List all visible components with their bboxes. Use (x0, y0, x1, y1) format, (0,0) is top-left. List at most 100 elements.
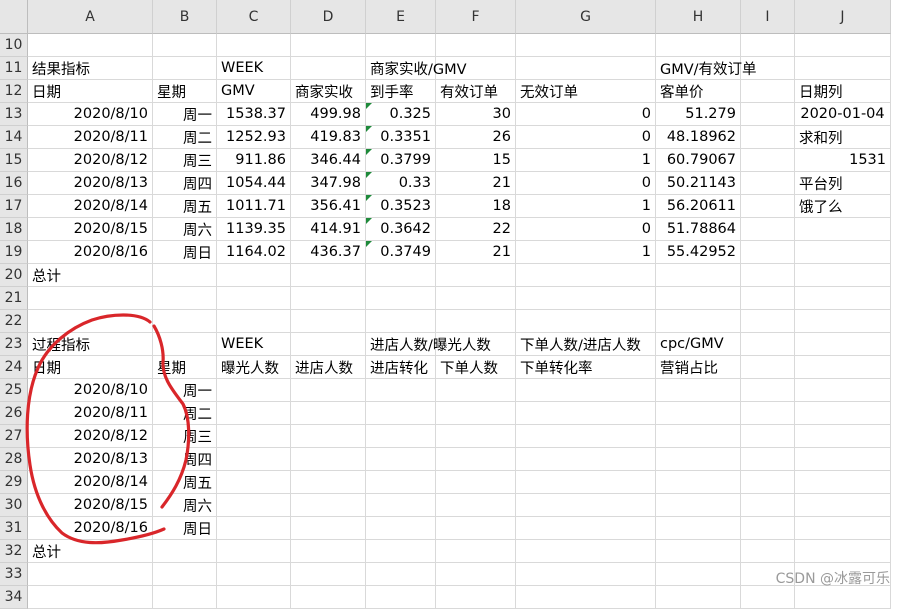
cell-i14[interactable] (741, 126, 795, 149)
cell-j12[interactable]: 日期列 (795, 80, 891, 103)
cell-e31[interactable] (366, 517, 436, 540)
cell-a15[interactable]: 2020/8/12 (28, 149, 153, 172)
spreadsheet-grid[interactable]: ABCDEFGHIJ 10 11 12 13 14 15 16 17 18 19 20 21 22 23 2… (0, 0, 906, 609)
cell-a21[interactable] (28, 287, 153, 310)
row-header-15[interactable]: 15 (0, 149, 28, 172)
cell-b34[interactable] (153, 586, 217, 609)
cell-a27[interactable]: 2020/8/12 (28, 425, 153, 448)
cell-g17[interactable]: 1 (516, 195, 656, 218)
cell-f17[interactable]: 18 (436, 195, 516, 218)
cell-h25[interactable] (656, 379, 741, 402)
cell-g24[interactable]: 下单转化率 (516, 356, 656, 379)
cell-b27[interactable]: 周三 (153, 425, 217, 448)
cell-j10[interactable] (795, 34, 891, 57)
cell-a31[interactable]: 2020/8/16 (28, 517, 153, 540)
cell-f19[interactable]: 21 (436, 241, 516, 264)
cell-c31[interactable] (217, 517, 291, 540)
cell-i11[interactable] (741, 57, 795, 80)
row-header-31[interactable]: 31 (0, 517, 28, 540)
cell-a14[interactable]: 2020/8/11 (28, 126, 153, 149)
cell-e10[interactable] (366, 34, 436, 57)
cell-a13[interactable]: 2020/8/10 (28, 103, 153, 126)
cell-b25[interactable]: 周一 (153, 379, 217, 402)
cell-f25[interactable] (436, 379, 516, 402)
cell-j27[interactable] (795, 425, 891, 448)
cell-h14[interactable]: 48.18962 (656, 126, 741, 149)
cell-a33[interactable] (28, 563, 153, 586)
cell-f10[interactable] (436, 34, 516, 57)
cell-h26[interactable] (656, 402, 741, 425)
cell-b10[interactable] (153, 34, 217, 57)
cell-i34[interactable] (741, 586, 795, 609)
cell-e21[interactable] (366, 287, 436, 310)
cell-c27[interactable] (217, 425, 291, 448)
cell-h32[interactable] (656, 540, 741, 563)
cell-h21[interactable] (656, 287, 741, 310)
cell-h33[interactable] (656, 563, 741, 586)
cell-j21[interactable] (795, 287, 891, 310)
cell-f24[interactable]: 下单人数 (436, 356, 516, 379)
cell-f27[interactable] (436, 425, 516, 448)
row-header-11[interactable]: 11 (0, 57, 28, 80)
cell-c10[interactable] (217, 34, 291, 57)
cell-e28[interactable] (366, 448, 436, 471)
cell-b28[interactable]: 周四 (153, 448, 217, 471)
cell-b26[interactable]: 周二 (153, 402, 217, 425)
cell-g31[interactable] (516, 517, 656, 540)
cell-g22[interactable] (516, 310, 656, 333)
cell-d31[interactable] (291, 517, 366, 540)
cell-h28[interactable] (656, 448, 741, 471)
cell-i27[interactable] (741, 425, 795, 448)
cell-i22[interactable] (741, 310, 795, 333)
cell-c30[interactable] (217, 494, 291, 517)
cell-c24[interactable]: 曝光人数 (217, 356, 291, 379)
cell-e22[interactable] (366, 310, 436, 333)
cell-a10[interactable] (28, 34, 153, 57)
row-header-16[interactable]: 16 (0, 172, 28, 195)
cell-j24[interactable] (795, 356, 891, 379)
cell-e15[interactable]: 0.3799 (366, 149, 436, 172)
cell-j25[interactable] (795, 379, 891, 402)
cell-e20[interactable] (366, 264, 436, 287)
cell-c20[interactable] (217, 264, 291, 287)
cell-h18[interactable]: 51.78864 (656, 218, 741, 241)
cell-e33[interactable] (366, 563, 436, 586)
cell-b15[interactable]: 周三 (153, 149, 217, 172)
cell-j23[interactable] (795, 333, 891, 356)
cell-b19[interactable]: 周日 (153, 241, 217, 264)
cell-b32[interactable] (153, 540, 217, 563)
cell-h16[interactable]: 50.21143 (656, 172, 741, 195)
cell-b20[interactable] (153, 264, 217, 287)
cell-d17[interactable]: 356.41 (291, 195, 366, 218)
cell-e17[interactable]: 0.3523 (366, 195, 436, 218)
cell-e24[interactable]: 进店转化 (366, 356, 436, 379)
cell-e23[interactable]: 进店人数/曝光人数 (366, 333, 491, 356)
cell-a16[interactable]: 2020/8/13 (28, 172, 153, 195)
cell-a25[interactable]: 2020/8/10 (28, 379, 153, 402)
row-header-18[interactable]: 18 (0, 218, 28, 241)
cell-g33[interactable] (516, 563, 656, 586)
row-header-24[interactable]: 24 (0, 356, 28, 379)
cell-c15[interactable]: 911.86 (217, 149, 291, 172)
cell-h23[interactable]: cpc/GMV (656, 333, 741, 356)
cell-c14[interactable]: 1252.93 (217, 126, 291, 149)
cell-a32[interactable]: 总计 (28, 540, 153, 563)
cell-c29[interactable] (217, 471, 291, 494)
cell-i13[interactable] (741, 103, 795, 126)
cell-i21[interactable] (741, 287, 795, 310)
cell-f31[interactable] (436, 517, 516, 540)
row-header-19[interactable]: 19 (0, 241, 28, 264)
cell-i19[interactable] (741, 241, 795, 264)
cell-c23[interactable]: WEEK (217, 333, 291, 356)
cell-f26[interactable] (436, 402, 516, 425)
cell-f22[interactable] (436, 310, 516, 333)
cell-j22[interactable] (795, 310, 891, 333)
cell-a19[interactable]: 2020/8/16 (28, 241, 153, 264)
cell-d16[interactable]: 347.98 (291, 172, 366, 195)
cell-g23[interactable]: 下单人数/进店人数 (516, 333, 656, 356)
column-header-a[interactable]: A (28, 0, 153, 34)
cell-a30[interactable]: 2020/8/15 (28, 494, 153, 517)
select-all-corner[interactable] (0, 0, 28, 34)
cell-j17[interactable]: 饿了么 (795, 195, 891, 218)
cell-h19[interactable]: 55.42952 (656, 241, 741, 264)
